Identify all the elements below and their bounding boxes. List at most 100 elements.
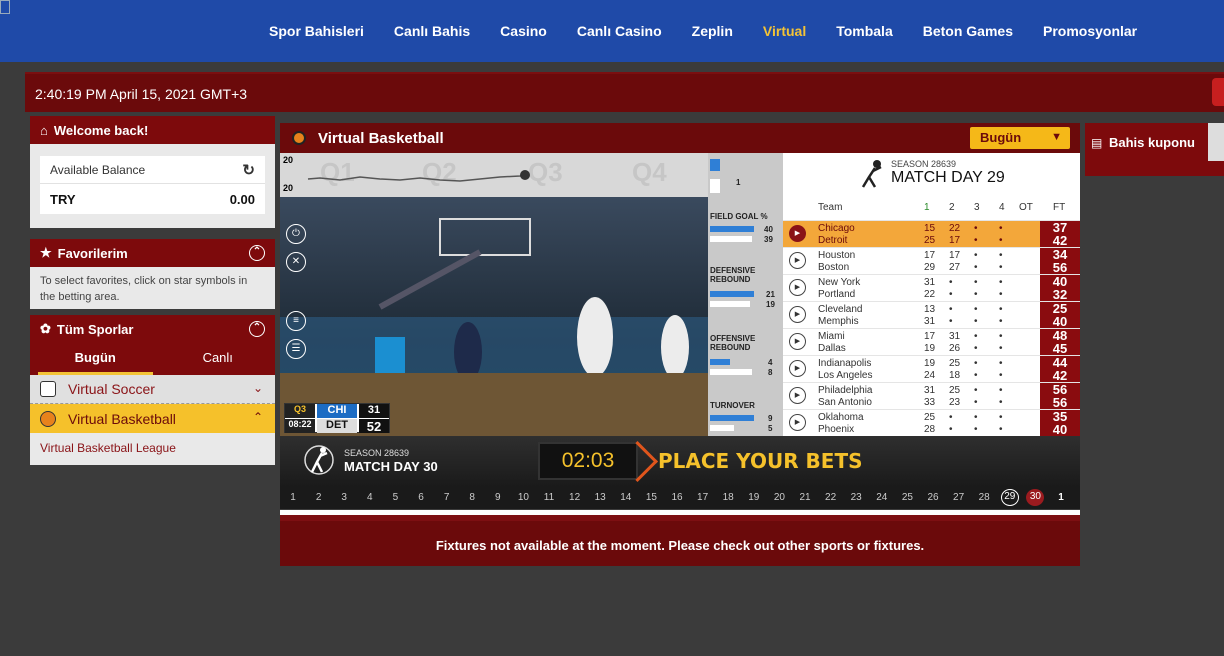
matchday-26[interactable]: 26: [924, 492, 942, 503]
refresh-icon[interactable]: ↻: [242, 161, 255, 179]
matchday-1[interactable]: 1: [1052, 492, 1070, 503]
matchday-27[interactable]: 27: [950, 492, 968, 503]
play-icon[interactable]: ▶: [789, 414, 806, 431]
matchday-8[interactable]: 8: [463, 492, 481, 503]
place-bets-text: PLACE YOUR BETS: [658, 449, 863, 473]
away-quarter-score: •: [999, 343, 1003, 354]
game-row[interactable]: ▶ Miami Dallas 17 19 31 26 • • • • 48 45: [783, 328, 1080, 356]
matchday-16[interactable]: 16: [668, 492, 686, 503]
matchday-29[interactable]: 29: [1000, 489, 1019, 506]
matchday-19[interactable]: 19: [745, 492, 763, 503]
field-goal-1: 40: [764, 225, 773, 234]
game-row[interactable]: ▶ New York Portland 31 22 • • • • • • 40 32: [783, 274, 1080, 302]
nav-item[interactable]: Canlı Bahis: [379, 23, 485, 39]
game-row[interactable]: ▶ Indianapolis Los Angeles 19 24 25 18 • • • • 44 42: [783, 355, 1080, 383]
league-link[interactable]: Virtual Basketball League: [30, 433, 275, 463]
matchday-11[interactable]: 11: [540, 492, 558, 503]
sport-item-virtual-basketball[interactable]: Virtual Basketball ⌃: [30, 404, 275, 433]
nav-item[interactable]: Tombala: [821, 23, 908, 39]
collapse-icon[interactable]: ⌃: [249, 321, 265, 337]
col-team: Team: [818, 202, 843, 213]
dropdown-arrow-icon: ▼: [1051, 131, 1062, 143]
stats-icon[interactable]: ≡: [286, 311, 306, 331]
matchday-17[interactable]: 17: [694, 492, 712, 503]
game-row[interactable]: ▶ Houston Boston 17 29 17 27 • • • • 34 56: [783, 247, 1080, 275]
nav-item[interactable]: Virtual: [748, 23, 821, 39]
away-quarter-score: •: [999, 289, 1003, 300]
away-quarter-score: •: [974, 235, 978, 246]
tab-today[interactable]: Bugün: [38, 343, 153, 375]
nav-item[interactable]: Zeplin: [677, 23, 748, 39]
matchday-7[interactable]: 7: [438, 492, 456, 503]
matchday-28[interactable]: 28: [975, 492, 993, 503]
matchday-18[interactable]: 18: [719, 492, 737, 503]
right-tab[interactable]: [1212, 78, 1224, 106]
play-icon[interactable]: ▶: [789, 279, 806, 296]
matchday-30[interactable]: 30: [1026, 489, 1045, 506]
play-icon[interactable]: ▶: [789, 360, 806, 377]
game-row[interactable]: ▶ Oklahoma Phoenix 25 28 • • • • • • 35 40: [783, 409, 1080, 437]
matchday-20[interactable]: 20: [770, 492, 788, 503]
play-icon[interactable]: ▶: [789, 387, 806, 404]
matchday-12[interactable]: 12: [566, 492, 584, 503]
mute-icon[interactable]: ✕: [286, 252, 306, 272]
power-icon[interactable]: ⏻: [286, 224, 306, 244]
turnover-2: 5: [768, 424, 773, 433]
list-icon[interactable]: ☰: [286, 339, 306, 359]
matchday-21[interactable]: 21: [796, 492, 814, 503]
matchday-2[interactable]: 2: [310, 492, 328, 503]
play-icon[interactable]: ▶: [789, 225, 806, 242]
away-team: Boston: [818, 262, 850, 273]
nav-item[interactable]: Promosyonlar: [1028, 23, 1152, 39]
matchday-10[interactable]: 10: [514, 492, 532, 503]
top-bar-white: [710, 179, 720, 193]
matchday-24[interactable]: 24: [873, 492, 891, 503]
bet-coupon[interactable]: ▤ Bahis kuponu: [1085, 123, 1224, 176]
away-ft: 32: [1052, 287, 1068, 302]
play-icon[interactable]: ▶: [789, 333, 806, 350]
matchday-9[interactable]: 9: [489, 492, 507, 503]
off-rebound-1: 4: [768, 358, 773, 367]
field-goal-bar-2: [710, 236, 752, 242]
matchday-25[interactable]: 25: [898, 492, 916, 503]
tab-live[interactable]: Canlı: [161, 343, 276, 375]
play-icon[interactable]: ▶: [789, 306, 806, 323]
coupon-side-tab[interactable]: [1208, 123, 1224, 161]
collapse-icon[interactable]: ⌃: [249, 245, 265, 261]
away-quarter-score: 19: [924, 343, 936, 354]
next-season: SEASON 28639: [344, 448, 410, 458]
game-row[interactable]: ▶ Cleveland Memphis 13 31 • • • • • • 25 40: [783, 301, 1080, 329]
game-video: 20 20 Q1 Q2 Q3 Q4 ⏻ ✕ ≡ ☰ Q3 08:22 CHI D…: [280, 153, 708, 436]
matchday-14[interactable]: 14: [617, 492, 635, 503]
nav-item[interactable]: Spor Bahisleri: [254, 23, 379, 39]
matchday-6[interactable]: 6: [412, 492, 430, 503]
play-icon[interactable]: ▶: [789, 252, 806, 269]
field-goal-label: FIELD GOAL %: [710, 212, 768, 221]
nav-item[interactable]: Casino: [485, 23, 562, 39]
nav-item[interactable]: Canlı Casino: [562, 23, 677, 39]
amount-row: TRY 0.00: [40, 184, 265, 214]
sports-header[interactable]: ✿ Tüm Sporlar ⌃: [30, 315, 275, 343]
matchday-4[interactable]: 4: [361, 492, 379, 503]
matchday-5[interactable]: 5: [386, 492, 404, 503]
game-row[interactable]: ▶ Philadelphia San Antonio 31 33 25 23 • • • • 56 56: [783, 382, 1080, 410]
top-navigation: Spor Bahisleri Canlı Bahis Casino Canlı Cas…: [0, 0, 1224, 62]
score-graph: 20 20 Q1 Q2 Q3 Q4: [280, 153, 708, 197]
matchday-23[interactable]: 23: [847, 492, 865, 503]
favorites-header[interactable]: ★ Favorilerim ⌃: [30, 239, 275, 267]
game-row[interactable]: ▶ Chicago Detroit 15 25 22 17 • • • • 37 42: [783, 220, 1080, 248]
balance-amount: 0.00: [229, 191, 255, 207]
field-goal-2: 39: [764, 235, 773, 244]
matchday-15[interactable]: 15: [642, 492, 660, 503]
off-rebound-label: OFFENSIVE REBOUND: [710, 334, 756, 352]
sports-title: Tüm Sporlar: [56, 321, 134, 337]
matchday-1[interactable]: 1: [284, 492, 302, 503]
sport-item-virtual-soccer[interactable]: Virtual Soccer ⌄: [30, 375, 275, 404]
matchday-22[interactable]: 22: [822, 492, 840, 503]
coupon-title: Bahis kuponu: [1109, 135, 1195, 150]
matchday-3[interactable]: 3: [335, 492, 353, 503]
matchday-13[interactable]: 13: [591, 492, 609, 503]
day-select[interactable]: Bugün ▼: [970, 127, 1070, 149]
results-header-row: Team 1 2 3 4 OT FT: [783, 202, 1080, 218]
nav-item[interactable]: Beton Games: [908, 23, 1028, 39]
